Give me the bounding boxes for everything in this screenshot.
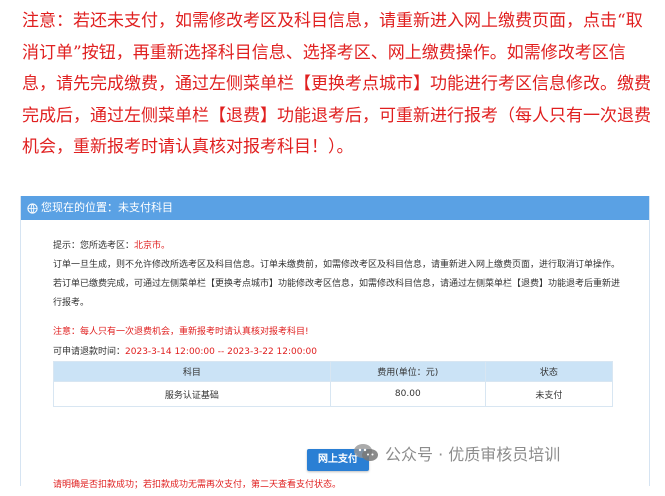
cell-subject: 服务认证基础 (53, 381, 331, 407)
refund-period: 可申请退款时间：2023-3-14 12:00:00 -- 2023-3-22 … (53, 344, 317, 357)
cell-fee: 80.00 (329, 381, 486, 407)
watermark: 公众号 · 优质审核员培训 (353, 441, 560, 465)
notice-text: 注意：若还未支付，如需修改考区及科目信息，请重新进入网上缴费页面，点击“取消订单… (22, 11, 651, 157)
header-subject: 科目 (53, 361, 331, 382)
header-status: 状态 (484, 361, 614, 382)
region-hint: 提示：您所选考区：北京市。 (53, 238, 170, 251)
breadcrumb-text: 您现在的位置：未支付科目 (41, 201, 173, 214)
refund-warning: 注意：每人只有一次退费机会，重新报考时请认真核对报考科目! (53, 327, 309, 337)
order-description: 订单一旦生成，则不允许修改所选考区及科目信息。订单未缴费前，如需修改考区及科目信… (53, 260, 621, 308)
wechat-icon (354, 444, 378, 461)
payment-note: 请明确是否扣款成功；若扣款成功无需再次支付，第二天查看支付状态。 (53, 480, 342, 490)
watermark-text: 公众号 · 优质审核员培训 (385, 445, 561, 464)
hint-region: 北京市。 (134, 241, 171, 251)
table-header-row: 科目 费用(单位：元) 状态 (53, 361, 614, 382)
header-fee: 费用(单位：元) (329, 361, 486, 382)
hint-prefix: 提示：您所选考区： (53, 241, 135, 251)
table-row: 服务认证基础 80.00 未支付 (53, 381, 614, 407)
refund-dates: 2023-3-14 12:00:00 -- 2023-3-22 12:00:00 (125, 347, 317, 357)
subject-table: 科目 费用(单位：元) 状态 服务认证基础 80.00 未支付 (53, 361, 614, 407)
breadcrumb: 您现在的位置：未支付科目 (21, 196, 649, 220)
refund-label: 可申请退款时间： (53, 347, 126, 357)
location-globe-icon (27, 202, 38, 214)
cell-status: 未支付 (484, 381, 614, 407)
